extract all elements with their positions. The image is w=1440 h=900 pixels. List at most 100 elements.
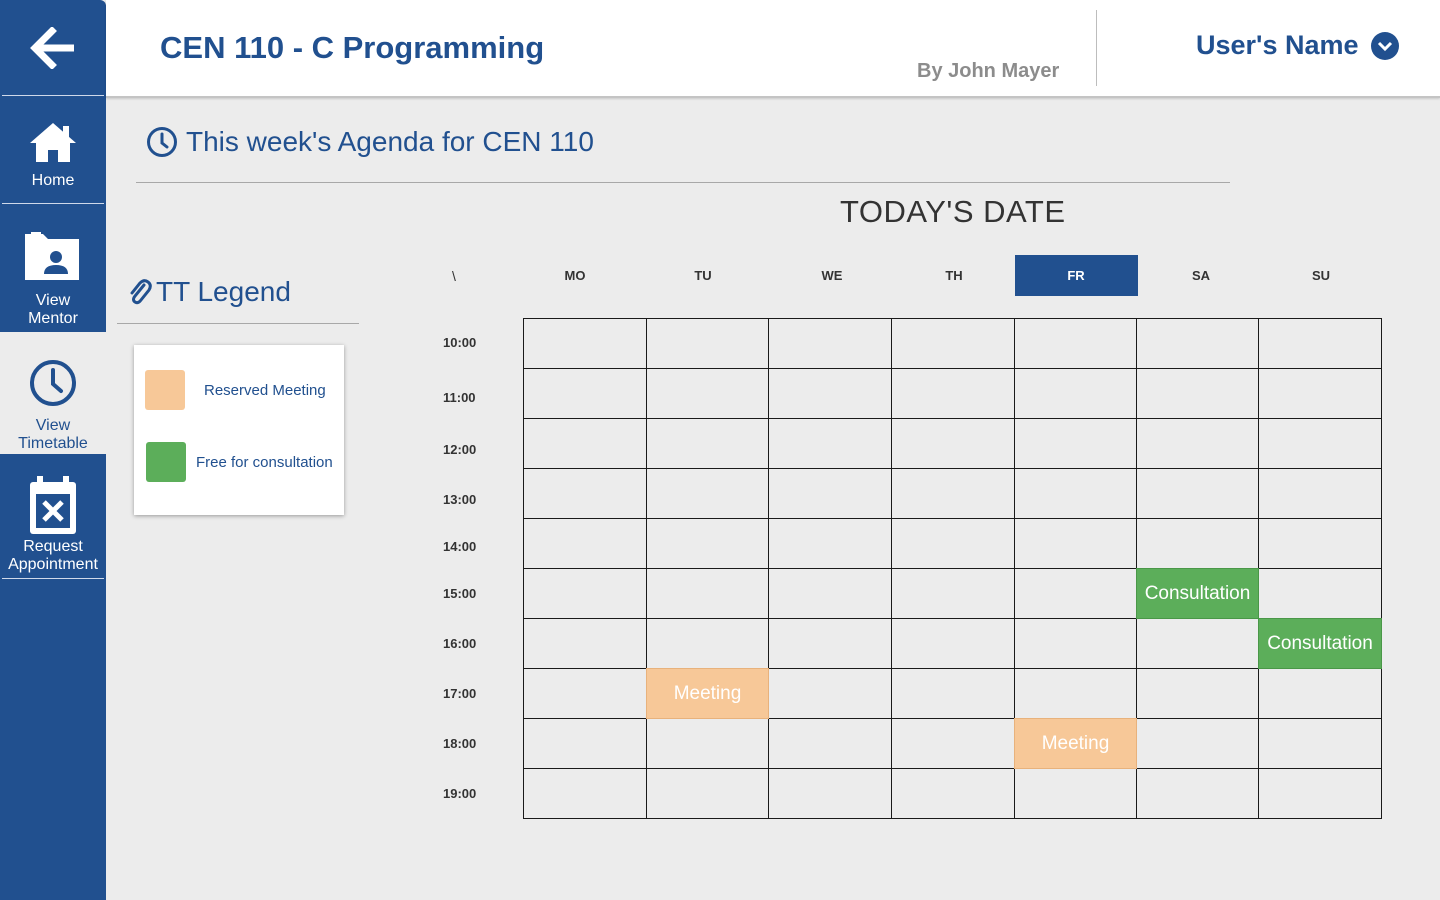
timetable-cell[interactable] bbox=[1136, 368, 1259, 419]
legend-label-reserved: Reserved Meeting bbox=[204, 382, 326, 399]
timetable-grid: Consultation Consultation Meeting Meeting bbox=[523, 318, 1382, 819]
legend-label-free: Free for consultation bbox=[196, 454, 333, 471]
timetable-cell[interactable] bbox=[768, 368, 892, 419]
timetable-cell[interactable] bbox=[523, 568, 647, 619]
timetable-cell[interactable] bbox=[646, 368, 769, 419]
timetable-cell[interactable] bbox=[523, 668, 647, 719]
timetable-cell[interactable] bbox=[1258, 518, 1382, 569]
timetable-cell[interactable] bbox=[1258, 668, 1382, 719]
timetable-cell[interactable] bbox=[1014, 568, 1137, 619]
timetable-cell[interactable] bbox=[1258, 318, 1382, 369]
timetable-cell[interactable] bbox=[1014, 318, 1137, 369]
timetable-cell[interactable] bbox=[1136, 768, 1259, 819]
timetable-cell[interactable] bbox=[646, 418, 769, 469]
time-label: 14:00 bbox=[443, 539, 477, 554]
consultation-event[interactable]: Consultation bbox=[1258, 618, 1382, 669]
timetable-cell[interactable] bbox=[523, 768, 647, 819]
timetable-cell[interactable] bbox=[891, 518, 1015, 569]
timetable-cell[interactable] bbox=[768, 468, 892, 519]
timetable-cell[interactable] bbox=[768, 768, 892, 819]
timetable-cell[interactable] bbox=[891, 318, 1015, 369]
nav-item-request-appointment[interactable]: Request Appointment bbox=[0, 474, 106, 578]
sidebar: Home View Mentor View Timetable Request … bbox=[0, 0, 106, 900]
reserved-meeting-event[interactable]: Meeting bbox=[646, 668, 769, 719]
arrow-left-icon bbox=[30, 26, 74, 69]
timetable-cell[interactable] bbox=[891, 618, 1015, 669]
timetable-cell[interactable] bbox=[768, 318, 892, 369]
timetable-cell[interactable] bbox=[1258, 368, 1382, 419]
timetable-cell[interactable] bbox=[1258, 718, 1382, 769]
timetable-cell[interactable] bbox=[768, 518, 892, 569]
day-header-th: TH bbox=[945, 268, 963, 283]
timetable-cell[interactable] bbox=[891, 468, 1015, 519]
back-button[interactable] bbox=[0, 0, 106, 95]
timetable-cell[interactable] bbox=[1136, 418, 1259, 469]
nav-label-view-mentor: View Mentor bbox=[28, 292, 78, 327]
reserved-meeting-event[interactable]: Meeting bbox=[1014, 718, 1137, 769]
consultation-event[interactable]: Consultation bbox=[1136, 568, 1259, 619]
nav-item-home[interactable]: Home bbox=[0, 120, 106, 202]
timetable-cell[interactable] bbox=[768, 718, 892, 769]
timetable-cell[interactable] bbox=[768, 618, 892, 669]
timetable-cell[interactable] bbox=[768, 418, 892, 469]
timetable-cell[interactable] bbox=[1136, 618, 1259, 669]
timetable-cell[interactable] bbox=[1014, 518, 1137, 569]
timetable-cell[interactable] bbox=[1136, 518, 1259, 569]
timetable-cell[interactable] bbox=[646, 568, 769, 619]
user-name: User's Name bbox=[1196, 30, 1359, 60]
time-label: 10:00 bbox=[443, 335, 477, 350]
nav-label-home: Home bbox=[31, 172, 75, 189]
timetable-cell[interactable] bbox=[768, 668, 892, 719]
top-header: CEN 110 - C Programming By John Mayer Us… bbox=[106, 0, 1440, 98]
timetable-cell[interactable] bbox=[646, 618, 769, 669]
timetable-cell[interactable] bbox=[1136, 718, 1259, 769]
timetable-cell[interactable] bbox=[1136, 318, 1259, 369]
day-header-mo: MO bbox=[564, 268, 586, 283]
day-header-fr: FR bbox=[1014, 255, 1138, 296]
time-label: 13:00 bbox=[443, 492, 477, 507]
timetable-cell[interactable] bbox=[1014, 468, 1137, 519]
todays-date-label: TODAY'S DATE bbox=[840, 194, 1066, 229]
timetable-cell[interactable] bbox=[891, 768, 1015, 819]
nav-label-request-appointment: Request Appointment bbox=[8, 538, 98, 573]
timetable-cell[interactable] bbox=[523, 468, 647, 519]
timetable-cell[interactable] bbox=[1014, 418, 1137, 469]
header-divider bbox=[1096, 10, 1097, 86]
timetable-cell[interactable] bbox=[523, 718, 647, 769]
timetable-cell[interactable] bbox=[523, 418, 647, 469]
timetable-cell[interactable] bbox=[1014, 618, 1137, 669]
timetable-cell[interactable] bbox=[891, 668, 1015, 719]
timetable-cell[interactable] bbox=[523, 618, 647, 669]
timetable-cell[interactable] bbox=[1136, 468, 1259, 519]
timetable-cell[interactable] bbox=[891, 418, 1015, 469]
timetable-cell[interactable] bbox=[891, 718, 1015, 769]
legend-swatch-free bbox=[146, 442, 186, 482]
timetable-cell[interactable] bbox=[523, 368, 647, 419]
nav-label-view-timetable: View Timetable bbox=[18, 417, 88, 452]
timetable-cell[interactable] bbox=[891, 568, 1015, 619]
timetable-cell[interactable] bbox=[646, 468, 769, 519]
nav-divider bbox=[2, 578, 104, 579]
timetable-cell[interactable] bbox=[768, 568, 892, 619]
timetable-cell[interactable] bbox=[1014, 668, 1137, 719]
timetable-cell[interactable] bbox=[523, 518, 647, 569]
timetable-cell[interactable] bbox=[891, 368, 1015, 419]
timetable-cell[interactable] bbox=[646, 718, 769, 769]
timetable-cell[interactable] bbox=[646, 518, 769, 569]
timetable-cell[interactable] bbox=[1014, 768, 1137, 819]
timetable-cell[interactable] bbox=[1258, 418, 1382, 469]
timetable-cell[interactable] bbox=[646, 768, 769, 819]
timetable-cell[interactable] bbox=[1014, 368, 1137, 419]
time-label: 16:00 bbox=[443, 636, 477, 651]
timetable-cell[interactable] bbox=[1258, 468, 1382, 519]
time-label: 15:00 bbox=[443, 586, 477, 601]
timetable-cell[interactable] bbox=[1258, 568, 1382, 619]
timetable-cell[interactable] bbox=[1136, 668, 1259, 719]
timetable-cell[interactable] bbox=[646, 318, 769, 369]
timetable-cell[interactable] bbox=[1258, 768, 1382, 819]
user-menu[interactable]: User's Name bbox=[1196, 30, 1399, 61]
clock-icon bbox=[147, 127, 177, 157]
nav-item-view-mentor[interactable]: View Mentor bbox=[0, 228, 106, 332]
nav-item-view-timetable[interactable]: View Timetable bbox=[0, 332, 106, 454]
timetable-cell[interactable] bbox=[523, 318, 647, 369]
